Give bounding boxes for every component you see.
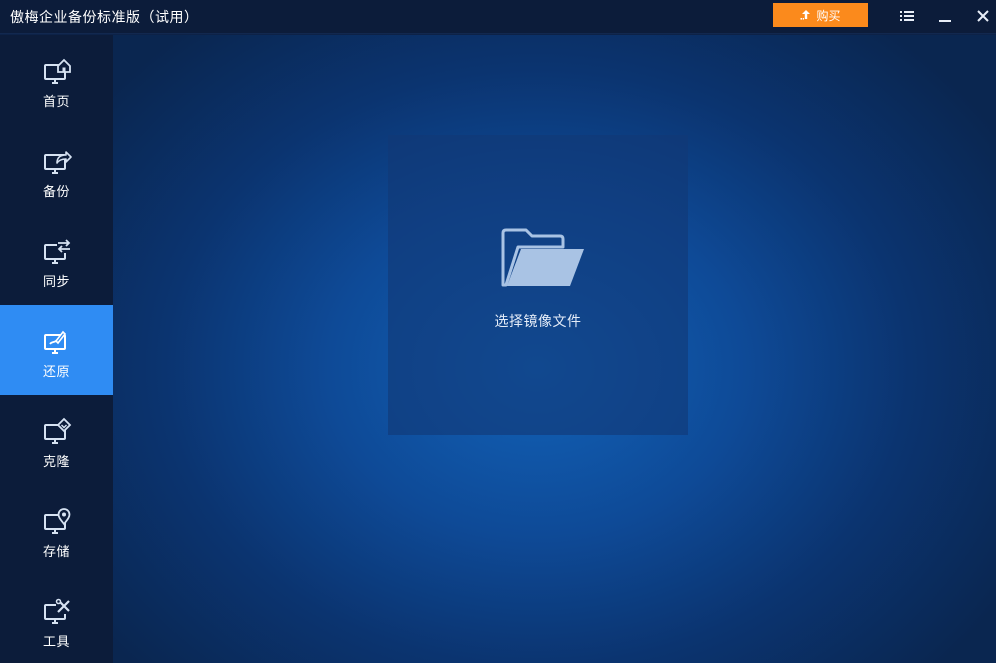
monitor-tools-icon bbox=[43, 598, 71, 624]
sidebar-item-clone[interactable]: 克隆 bbox=[0, 395, 113, 485]
upgrade-arrow-icon bbox=[800, 10, 811, 20]
monitor-restore-icon bbox=[43, 330, 66, 354]
monitor-share-icon bbox=[43, 151, 72, 174]
sidebar-item-home[interactable]: 首页 bbox=[0, 35, 113, 125]
buy-button[interactable]: 购买 bbox=[773, 3, 868, 27]
sidebar-item-label: 工具 bbox=[42, 635, 70, 650]
main-content: 选择镜像文件 bbox=[113, 35, 996, 663]
list-menu-icon bbox=[900, 11, 914, 21]
sidebar-item-tools[interactable]: 工具 bbox=[0, 575, 113, 663]
folder-open-icon bbox=[501, 228, 584, 287]
sidebar-item-backup[interactable]: 备份 bbox=[0, 125, 113, 215]
menu-button[interactable] bbox=[894, 4, 920, 28]
window-title: 傲梅企业备份标准版（试用） bbox=[10, 10, 199, 26]
monitor-clone-icon bbox=[43, 417, 71, 444]
close-button[interactable] bbox=[970, 4, 996, 28]
select-image-panel[interactable]: 选择镜像文件 bbox=[388, 135, 688, 435]
app-window: 傲梅企业备份标准版（试用） 购买 首页 备份 同步 还原 克隆 存储 工具 选择… bbox=[0, 0, 996, 663]
monitor-sync-icon bbox=[43, 239, 71, 264]
sidebar-item-storage[interactable]: 存储 bbox=[0, 485, 113, 575]
minimize-icon bbox=[939, 20, 951, 22]
monitor-home-icon bbox=[43, 58, 71, 84]
sidebar-item-label: 备份 bbox=[42, 185, 70, 200]
sidebar-item-label: 同步 bbox=[42, 275, 70, 290]
minimize-button[interactable] bbox=[932, 4, 958, 28]
sidebar-item-label: 还原 bbox=[42, 365, 70, 380]
sidebar: 首页 备份 同步 还原 克隆 存储 工具 bbox=[0, 35, 113, 663]
sidebar-item-sync[interactable]: 同步 bbox=[0, 215, 113, 305]
title-bar: 傲梅企业备份标准版（试用） 购买 bbox=[0, 0, 996, 34]
buy-label: 购买 bbox=[816, 8, 841, 23]
select-image-label: 选择镜像文件 bbox=[494, 314, 582, 330]
sidebar-item-label: 克隆 bbox=[42, 455, 70, 470]
sidebar-item-label: 存储 bbox=[42, 545, 70, 560]
monitor-location-icon bbox=[43, 508, 70, 534]
close-icon bbox=[977, 10, 989, 22]
sidebar-item-restore[interactable]: 还原 bbox=[0, 305, 113, 395]
sidebar-item-label: 首页 bbox=[42, 95, 70, 110]
